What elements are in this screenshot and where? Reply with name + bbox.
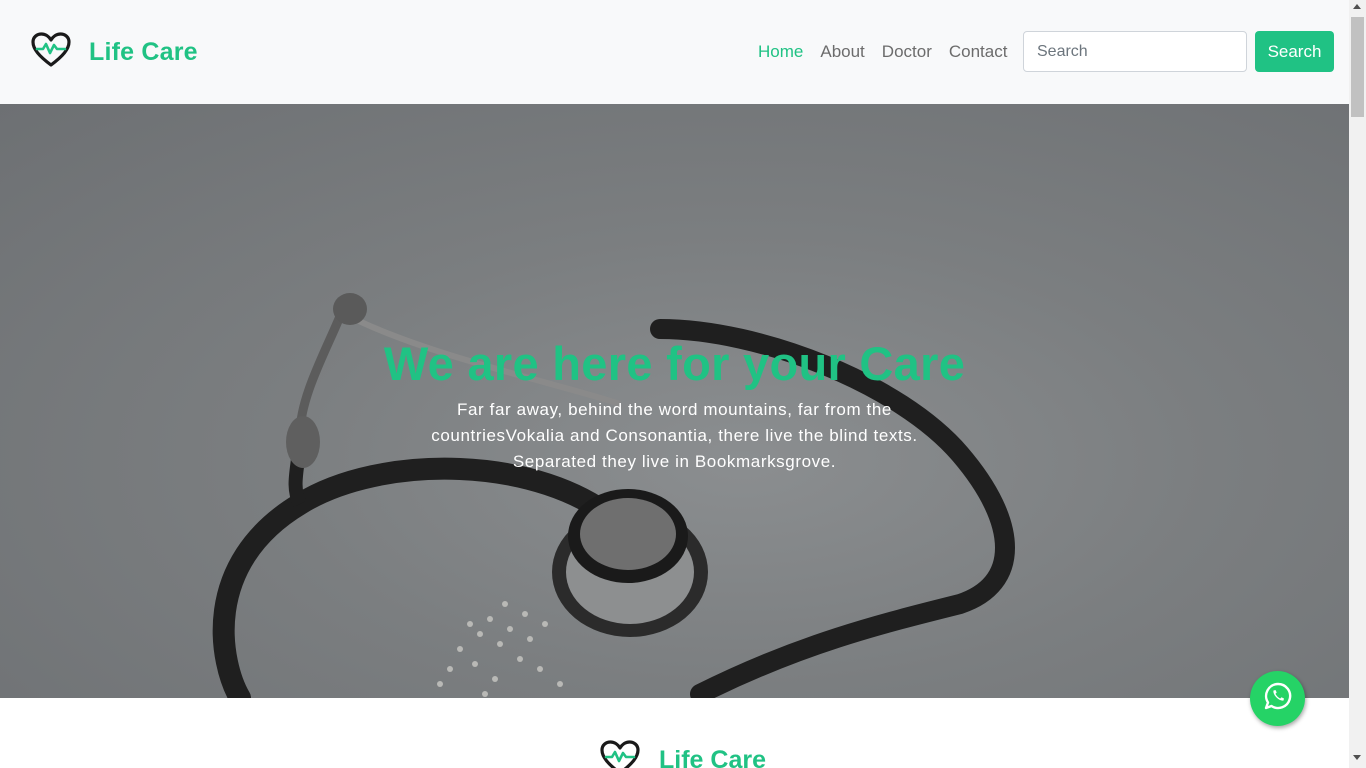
- hero-content: We are here for your Care Far far away, …: [0, 336, 1349, 475]
- scroll-thumb[interactable]: [1351, 17, 1364, 117]
- brand-link[interactable]: Life Care: [31, 32, 198, 73]
- scroll-down-arrow-icon[interactable]: [1353, 755, 1361, 760]
- heart-pulse-icon: [600, 740, 640, 768]
- footer-brand: Life Care: [600, 740, 766, 768]
- hero-title: We are here for your Care: [383, 337, 966, 390]
- nav-link-about[interactable]: About: [820, 42, 864, 62]
- search-input[interactable]: [1023, 31, 1247, 72]
- whatsapp-icon: [1263, 681, 1293, 716]
- nav-link-home[interactable]: Home: [758, 42, 803, 62]
- heart-pulse-icon: [31, 32, 71, 73]
- brand-name: Life Care: [89, 38, 198, 66]
- scroll-up-arrow-icon[interactable]: [1353, 4, 1361, 9]
- whatsapp-button[interactable]: [1250, 671, 1305, 726]
- hero-banner: We are here for your Care Far far away, …: [0, 104, 1349, 698]
- scrollbar[interactable]: [1349, 0, 1366, 768]
- nav-menu: Home About Doctor Contact: [758, 42, 1024, 62]
- nav-link-doctor[interactable]: Doctor: [882, 42, 932, 62]
- nav-link-contact[interactable]: Contact: [949, 42, 1008, 62]
- navbar: Life Care Home About Doctor Contact Sear…: [0, 0, 1349, 104]
- search-button[interactable]: Search: [1255, 31, 1334, 72]
- footer-brand-name: Life Care: [659, 746, 766, 768]
- hero-text: Far far away, behind the word mountains,…: [431, 400, 918, 471]
